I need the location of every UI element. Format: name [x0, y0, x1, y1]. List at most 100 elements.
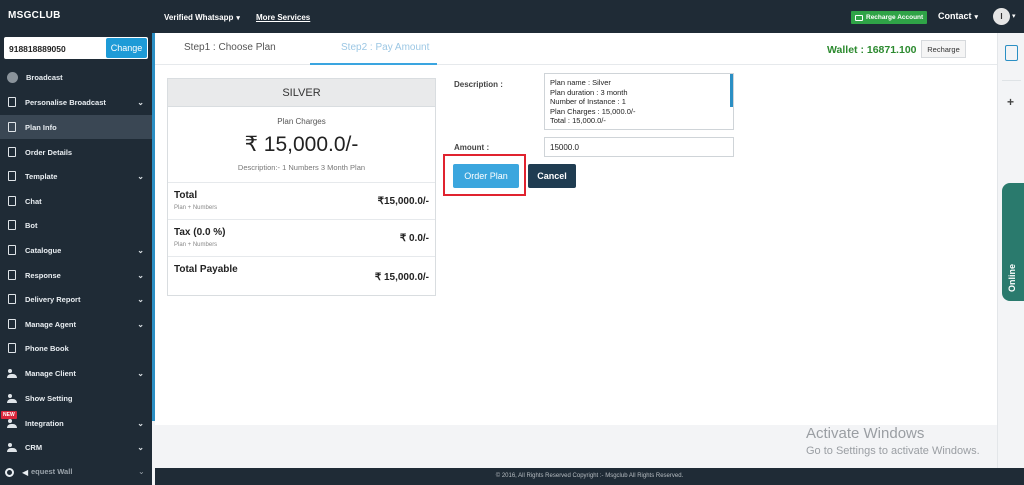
sidebar-item-order-details[interactable]: Order Details: [0, 140, 152, 164]
description-line: Plan Charges : 15,000.0/-: [550, 106, 636, 116]
sidebar-item-manage-agent[interactable]: Manage Agent ⌄: [0, 312, 152, 336]
users-icon: [7, 442, 17, 452]
sidebar-item-request-wall[interactable]: equest Wall: [31, 467, 72, 476]
user-avatar[interactable]: I: [993, 8, 1010, 25]
users-icon: [7, 368, 17, 378]
active-step-indicator: [310, 63, 437, 65]
sidebar-item-bot[interactable]: Bot: [0, 213, 152, 237]
chevron-down-icon[interactable]: ▾: [1012, 12, 1016, 20]
phone-selector: 918818889050 Change: [4, 37, 148, 59]
sidebar-item-response[interactable]: Response ⌄: [0, 263, 152, 287]
sidebar-item-plan-info[interactable]: Plan Info: [0, 115, 152, 139]
order-plan-button[interactable]: Order Plan: [453, 164, 519, 188]
row-subtitle: Plan + Numbers: [174, 205, 218, 211]
document-icon: [8, 122, 16, 132]
tab-choose-plan[interactable]: Step1 : Choose Plan: [184, 42, 276, 53]
document-icon: [8, 171, 16, 181]
steps-bar: Step1 : Choose Plan Step2 : Pay Amount W…: [155, 33, 997, 65]
sidebar-item-template[interactable]: Template ⌄: [0, 164, 152, 188]
chevron-down-icon: ▾: [974, 14, 979, 21]
row-value: ₹15,000.0/-: [377, 196, 429, 207]
sidebar-item-label: Delivery Report: [25, 294, 81, 304]
sidebar-item-chat[interactable]: Chat: [0, 189, 152, 213]
broadcast-icon: [7, 71, 18, 83]
bot-icon: [8, 220, 16, 230]
document-icon: [8, 97, 16, 107]
sidebar-item-label: Catalogue: [25, 245, 62, 255]
chevron-down-icon: ⌄: [137, 172, 144, 181]
outlook-icon[interactable]: [1005, 45, 1018, 61]
top-navbar: MSGCLUB Verified Whatsapp ▾ More Services…: [0, 0, 1024, 33]
sidebar-item-phone-book[interactable]: Phone Book: [0, 336, 152, 360]
sidebar-item-show-setting[interactable]: Show Setting: [0, 386, 152, 410]
document-icon: [8, 294, 16, 304]
description-line: Plan name : Silver: [550, 78, 611, 87]
recharge-account-button[interactable]: Recharge Account: [851, 11, 928, 24]
sidebar-item-label: Phone Book: [25, 343, 69, 353]
sidebar: 918818889050 Change Broadcast Personalis…: [0, 33, 152, 485]
activate-windows-subtitle: Go to Settings to activate Windows.: [806, 445, 980, 457]
main-content: Step1 : Choose Plan Step2 : Pay Amount W…: [155, 33, 997, 425]
brand-logo[interactable]: MSGCLUB: [8, 10, 61, 21]
row-title: Total Payable: [174, 264, 238, 275]
users-icon: [7, 418, 17, 428]
contact-menu[interactable]: Contact ▾: [938, 11, 978, 21]
sidebar-item-label: Chat: [25, 196, 42, 206]
sidebar-item-broadcast[interactable]: Broadcast: [0, 65, 152, 89]
sidebar-item-integration[interactable]: NEW Integration ⌄: [0, 411, 152, 435]
row-value: ₹ 0.0/-: [399, 233, 429, 244]
chevron-down-icon: ⌄: [137, 295, 144, 304]
sidebar-item-label: Template: [25, 171, 58, 181]
more-services-link[interactable]: More Services: [256, 13, 310, 22]
right-utility-strip: + Online: [997, 33, 1024, 468]
chevron-down-icon: ⌄: [137, 419, 144, 428]
summary-row-total-payable: Total Payable ₹ 15,000.0/-: [168, 256, 435, 296]
wallet-balance: Wallet : 16871.100: [827, 44, 917, 56]
sidebar-item-label: Response: [25, 270, 61, 280]
cancel-button[interactable]: Cancel: [528, 164, 576, 188]
plan-charges-label: Plan Charges: [277, 117, 326, 126]
divider: [1002, 80, 1021, 81]
sidebar-item-label: Broadcast: [26, 72, 63, 82]
chevron-down-icon: ⌄: [137, 443, 144, 452]
sidebar-item-label: Plan Info: [25, 122, 57, 132]
sidebar-item-catalogue[interactable]: Catalogue ⌄: [0, 238, 152, 262]
amount-input[interactable]: 15000.0: [544, 137, 734, 157]
tab-pay-amount[interactable]: Step2 : Pay Amount: [341, 42, 429, 53]
sidebar-item-delivery-report[interactable]: Delivery Report ⌄: [0, 287, 152, 311]
textarea-scrollbar[interactable]: [730, 74, 733, 107]
sidebar-item-personalise-broadcast[interactable]: Personalise Broadcast ⌄: [0, 90, 152, 114]
sidebar-item-label: Personalise Broadcast: [25, 97, 106, 107]
sidebar-item-label: CRM: [25, 442, 43, 452]
plus-icon[interactable]: +: [1007, 95, 1014, 109]
verified-whatsapp-menu[interactable]: Verified Whatsapp ▾: [164, 13, 240, 22]
document-icon: [8, 319, 16, 329]
sidebar-item-label: Manage Client: [25, 368, 76, 378]
document-icon: [8, 270, 16, 280]
chevron-down-icon: ⌄: [138, 467, 145, 476]
chevron-down-icon: ⌄: [137, 271, 144, 280]
phone-book-icon: [8, 343, 16, 353]
verified-whatsapp-label: Verified Whatsapp: [164, 13, 234, 22]
phone-number: 918818889050: [9, 44, 66, 54]
recharge-account-label: Recharge Account: [866, 14, 924, 21]
change-number-button[interactable]: Change: [106, 38, 147, 58]
sidebar-item-label: Show Setting: [25, 393, 73, 403]
summary-row-total: Total Plan + Numbers ₹15,000.0/-: [168, 182, 435, 219]
sidebar-item-label: Order Details: [25, 147, 73, 157]
activate-windows-title: Activate Windows: [806, 425, 925, 442]
chevron-down-icon: ▾: [236, 15, 240, 22]
sidebar-item-manage-client[interactable]: Manage Client ⌄: [0, 361, 152, 385]
sidebar-item-crm[interactable]: CRM ⌄: [0, 435, 152, 459]
description-textarea[interactable]: Plan name : Silver Plan duration : 3 mon…: [544, 73, 734, 130]
recharge-button[interactable]: Recharge: [921, 40, 966, 58]
sidebar-item-label: Bot: [25, 220, 38, 230]
sidebar-item-label: Manage Agent: [25, 319, 76, 329]
amount-label: Amount :: [454, 143, 490, 152]
summary-row-tax: Tax (0.0 %) Plan + Numbers ₹ 0.0/-: [168, 219, 435, 256]
document-icon: [8, 147, 16, 157]
row-title: Tax (0.0 %): [174, 227, 226, 238]
settings-icon[interactable]: [5, 468, 14, 477]
card-icon: [855, 14, 863, 21]
footer-copyright: © 2016, All Rights Reserved Copyright :-…: [495, 473, 684, 479]
